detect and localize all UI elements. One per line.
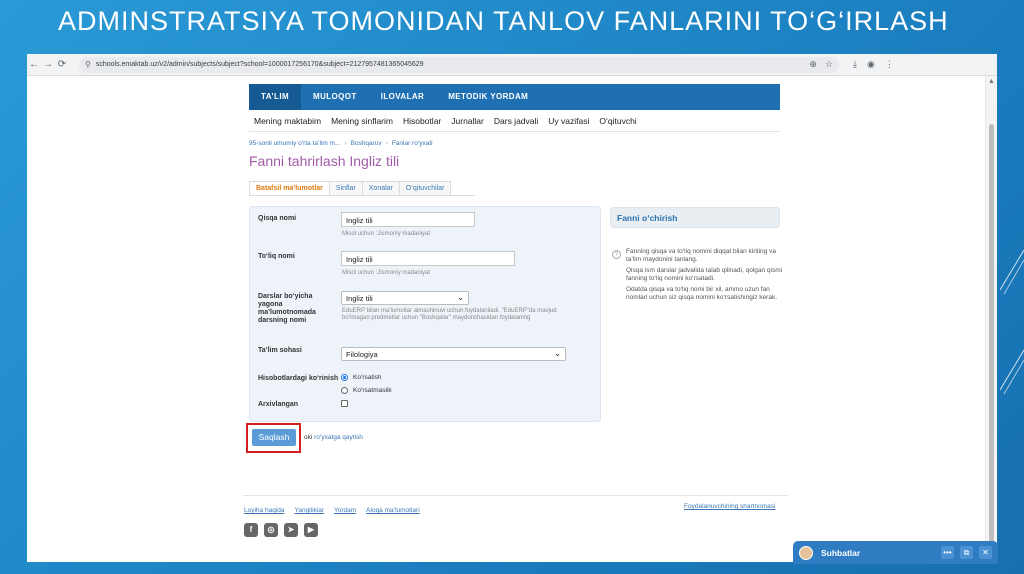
telegram-icon[interactable]: ➤: [284, 523, 298, 537]
scrollbar-thumb[interactable]: [989, 124, 994, 544]
tab-sinflar[interactable]: Sinflar: [328, 181, 363, 195]
footer-link-agreement[interactable]: Foydalanuvchining shartnomasi: [684, 503, 775, 510]
breadcrumb-boshqaruv[interactable]: Boshqaruv: [351, 140, 382, 147]
nav-ilovalar[interactable]: ILOVALAR: [369, 84, 437, 110]
scroll-up-icon[interactable]: ▲: [988, 78, 995, 85]
short-name-label: Qisqa nomi: [258, 215, 297, 222]
footer-link-about[interactable]: Loyiha haqida: [244, 507, 284, 514]
close-icon[interactable]: ✕: [979, 546, 992, 559]
tab-batafsil[interactable]: Batafsil ma’lumotlar: [249, 181, 330, 195]
zoom-icon[interactable]: ⊕: [809, 59, 817, 70]
decorative-lines: [1000, 250, 1024, 395]
or-text: oki: [304, 434, 313, 441]
full-name-input[interactable]: Ingliz tili: [341, 251, 515, 266]
more-icon[interactable]: •••: [941, 546, 954, 559]
browser-toolbar: ← → ⟳ ⚲ schools.emaktab.uz/v2/admin/subj…: [27, 54, 997, 76]
breadcrumb-fanlar[interactable]: Fanlar ro‘yxati: [392, 140, 433, 147]
bookmark-star-icon[interactable]: ☆: [825, 59, 833, 70]
info-icon: ?: [612, 250, 621, 259]
forward-icon[interactable]: →: [41, 59, 55, 70]
chat-widget[interactable]: Suhbatlar ••• ⧉ ✕: [793, 541, 998, 564]
subnav-oqituvchi[interactable]: O‘qituvchi: [594, 116, 641, 126]
short-name-hint: Misol uchun :Jismoniy madaniyat: [342, 231, 431, 237]
info-paragraph: Qisqa ism darslar jadvalida talab qilina…: [626, 267, 783, 282]
main-nav: TA’LIM MULOQOT ILOVALAR METODIK YORDAM: [249, 84, 780, 110]
subnav-hisobotlar[interactable]: Hisobotlar: [398, 116, 446, 126]
info-text: Fanning qisqa va to‘liq nomini diqqat bi…: [626, 248, 786, 305]
subnav-mening-maktabim[interactable]: Mening maktabim: [249, 116, 326, 126]
single-name-hint: EduERP bilan ma’lumotlar almashinuvi uch…: [342, 308, 557, 321]
full-name-label: To‘liq nomi: [258, 253, 295, 260]
popout-icon[interactable]: ⧉: [960, 546, 973, 559]
chat-title: Suhbatlar: [821, 547, 861, 558]
subnav-mening-sinflarim[interactable]: Mening sinflarim: [326, 116, 398, 126]
area-value: Filologiya: [346, 350, 378, 359]
reload-icon[interactable]: ⟳: [55, 59, 69, 70]
area-select[interactable]: Filologiya ⌄: [341, 347, 566, 361]
short-name-input[interactable]: Ingliz tili: [341, 212, 475, 227]
profile-icon[interactable]: ◉: [867, 59, 875, 70]
nav-muloqot[interactable]: MULOQOT: [301, 84, 369, 110]
display-show-label: Ko‘rsatish: [353, 374, 382, 381]
url-text: schools.emaktab.uz/v2/admin/subjects/sub…: [95, 61, 424, 68]
facebook-icon[interactable]: f: [244, 523, 258, 537]
chevron-down-icon: ⌄: [457, 293, 464, 302]
back-to-list: oki ro‘yxatga qaytish: [304, 434, 363, 441]
archived-checkbox[interactable]: [341, 400, 348, 407]
footer-links: Loyiha haqida Yangiliklar Yordam Aloqa m…: [244, 507, 420, 514]
info-paragraph: Odatda qisqa va to‘liq nomi bir xil, amm…: [626, 286, 778, 301]
page-scrollbar[interactable]: ▲: [985, 76, 997, 562]
subnav-jurnallar[interactable]: Jurnallar: [446, 116, 489, 126]
display-label: Hisobotlardagi ko‘rinish: [258, 375, 339, 382]
tab-oqituvchilar[interactable]: O‘qituvchilar: [398, 181, 452, 195]
chevron-down-icon: ⌄: [554, 349, 561, 358]
browser-window: ← → ⟳ ⚲ schools.emaktab.uz/v2/admin/subj…: [27, 54, 997, 562]
sub-nav: Mening maktabim Mening sinflarim Hisobot…: [249, 110, 780, 132]
back-icon[interactable]: ←: [27, 59, 41, 70]
subject-tabs: Batafsil ma’lumotlar Sinflar Xonalar O‘q…: [249, 181, 475, 196]
social-links: f ◎ ➤ ▶: [244, 523, 318, 537]
single-name-label: Darslar bo‘yicha yagona ma’lumotnomada d…: [258, 293, 316, 324]
tab-xonalar[interactable]: Xonalar: [361, 181, 400, 195]
archived-label: Arxivlangan: [258, 401, 299, 408]
breadcrumb-school[interactable]: 95-sonli umumiy o‘rta ta’lim m...: [249, 140, 340, 147]
display-hide-radio[interactable]: [341, 387, 348, 394]
delete-subject-panel[interactable]: Fanni o‘chirish: [610, 207, 780, 228]
download-icon[interactable]: ⤓: [853, 59, 857, 70]
display-show-radio[interactable]: [341, 374, 348, 381]
footer-link-contacts[interactable]: Aloqa ma’lumotlari: [366, 507, 419, 514]
footer-link-help[interactable]: Yordam: [334, 507, 356, 514]
breadcrumb: 95-sonli umumiy o‘rta ta’lim m... › Boshqa…: [249, 140, 433, 147]
nav-metodik-yordam[interactable]: METODIK YORDAM: [436, 84, 540, 110]
single-name-value: Ingliz tili: [346, 294, 373, 303]
subnav-uy-vazifasi[interactable]: Uy vazifasi: [543, 116, 594, 126]
page-title: Fanni tahrirlash Ingliz tili: [249, 153, 400, 169]
area-label: Ta’lim sohasi: [258, 347, 302, 354]
single-name-select[interactable]: Ingliz tili ⌄: [341, 291, 469, 305]
info-paragraph: Fanning qisqa va to‘liq nomini diqqat bi…: [626, 248, 776, 263]
save-button[interactable]: Saqlash: [252, 429, 296, 446]
youtube-icon[interactable]: ▶: [304, 523, 318, 537]
display-hide-label: Ko‘rsatmaslik: [353, 387, 392, 394]
avatar: [799, 545, 813, 560]
instagram-icon[interactable]: ◎: [264, 523, 278, 537]
subnav-dars-jadvali[interactable]: Dars jadvali: [489, 116, 543, 126]
save-highlight: Saqlash: [246, 423, 301, 453]
back-to-list-link[interactable]: ro‘yxatga qaytish: [314, 434, 363, 441]
subject-form: Qisqa nomi Ingliz tili Misol uchun :Jism…: [249, 206, 601, 422]
footer-link-news[interactable]: Yangiliklar: [294, 507, 324, 514]
nav-talim[interactable]: TA’LIM: [249, 84, 302, 110]
site-info-icon[interactable]: ⚲: [85, 60, 91, 69]
address-bar[interactable]: ⚲ schools.emaktab.uz/v2/admin/subjects/s…: [79, 56, 839, 73]
full-name-hint: Misol uchun :Jismoniy madaniyat: [342, 270, 431, 276]
browser-menu-icon[interactable]: ⋮: [885, 59, 894, 70]
slide-title: ADMINSTRATSIYA TOMONIDAN TANLOV FANLARIN…: [58, 6, 949, 36]
footer-divider: [243, 495, 788, 496]
